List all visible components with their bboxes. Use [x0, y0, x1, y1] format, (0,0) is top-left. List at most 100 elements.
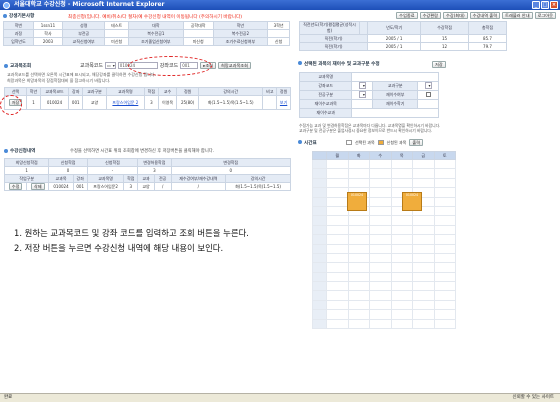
- timetable-cell[interactable]: [390, 243, 413, 254]
- timetable-cell[interactable]: [347, 252, 370, 264]
- timetable-cell[interactable]: [369, 234, 392, 245]
- timetable-cell[interactable]: [369, 290, 392, 301]
- timetable-cell[interactable]: [412, 234, 435, 245]
- timetable-cell[interactable]: [390, 281, 413, 292]
- timetable-cell[interactable]: [369, 177, 392, 189]
- timetable-cell[interactable]: [326, 290, 349, 301]
- section-select[interactable]: [358, 82, 366, 89]
- timetable-cell[interactable]: [390, 262, 413, 273]
- timetable-cell[interactable]: [369, 205, 392, 217]
- timetable-cell[interactable]: [326, 224, 349, 236]
- toolbar-button-max[interactable]: 수강(최대): [442, 12, 468, 19]
- minimize-button[interactable]: _: [532, 1, 540, 9]
- timetable-cell[interactable]: [390, 215, 413, 226]
- toolbar-button-catalog[interactable]: 수강편람: [419, 12, 441, 19]
- timetable-cell[interactable]: [433, 271, 456, 283]
- timetable-cell[interactable]: [433, 224, 456, 236]
- full-search-button[interactable]: 희망교과목조회: [218, 62, 251, 69]
- timetable-cell[interactable]: [433, 299, 456, 311]
- timetable-cell[interactable]: [412, 243, 435, 254]
- timetable-cell[interactable]: [369, 224, 392, 236]
- timetable-cell[interactable]: [326, 177, 349, 189]
- timetable-cell[interactable]: [390, 177, 413, 189]
- timetable-cell[interactable]: [347, 177, 370, 189]
- timetable-cell[interactable]: [433, 262, 456, 273]
- timetable-block[interactable]: 010024: [347, 192, 367, 211]
- timetable-cell[interactable]: [412, 158, 435, 170]
- timetable-cell[interactable]: [326, 318, 349, 330]
- timetable-cell[interactable]: [347, 299, 370, 311]
- timetable-cell[interactable]: [390, 299, 413, 311]
- timetable-cell[interactable]: [433, 309, 456, 320]
- category-select[interactable]: [424, 82, 432, 89]
- timetable-cell[interactable]: [369, 252, 392, 264]
- timetable-cell[interactable]: [412, 281, 435, 292]
- timetable-cell[interactable]: [326, 234, 349, 245]
- timetable-cell[interactable]: [347, 309, 370, 320]
- timetable-cell[interactable]: [412, 290, 435, 301]
- timetable-cell[interactable]: [433, 318, 456, 330]
- timetable-cell[interactable]: [369, 158, 392, 170]
- timetable-cell[interactable]: [412, 299, 435, 311]
- timetable-cell[interactable]: [390, 252, 413, 264]
- timetable-cell[interactable]: [433, 290, 456, 301]
- timetable-cell[interactable]: [347, 271, 370, 283]
- filter-save-button[interactable]: 저장: [432, 61, 446, 68]
- timetable-cell[interactable]: [347, 158, 370, 170]
- timetable-cell[interactable]: [347, 262, 370, 273]
- timetable-print-button[interactable]: 출력: [409, 139, 424, 146]
- timetable-cell[interactable]: [390, 318, 413, 330]
- timetable-cell[interactable]: [433, 215, 456, 226]
- timetable-cell[interactable]: [326, 215, 349, 226]
- timetable-cell[interactable]: [433, 196, 456, 207]
- timetable-cell[interactable]: [326, 262, 349, 273]
- timetable-cell[interactable]: [433, 187, 456, 198]
- timetable-cell[interactable]: [369, 168, 392, 179]
- close-button[interactable]: ×: [550, 1, 558, 9]
- timetable-cell[interactable]: [326, 205, 349, 217]
- timetable-block[interactable]: 010024: [402, 192, 422, 211]
- course-code-select[interactable]: ▭: [105, 62, 116, 69]
- timetable-cell[interactable]: [369, 196, 392, 207]
- timetable-cell[interactable]: [347, 215, 370, 226]
- maximize-button[interactable]: □: [541, 1, 549, 9]
- timetable-cell[interactable]: [412, 262, 435, 273]
- timetable-cell[interactable]: [412, 224, 435, 236]
- timetable-cell[interactable]: [326, 187, 349, 198]
- timetable-cell[interactable]: [433, 158, 456, 170]
- timetable-cell[interactable]: [369, 187, 392, 198]
- logout-button[interactable]: 로그아웃: [534, 12, 556, 19]
- timetable-cell[interactable]: [369, 299, 392, 311]
- timetable-cell[interactable]: [369, 271, 392, 283]
- timetable-cell[interactable]: [390, 168, 413, 179]
- timetable-cell[interactable]: [326, 281, 349, 292]
- delete-enrolled-button[interactable]: 삭제: [30, 183, 45, 190]
- timetable-cell[interactable]: [433, 243, 456, 254]
- timetable-cell[interactable]: [369, 318, 392, 330]
- toolbar-button-print[interactable]: 수강내역 출력: [469, 12, 501, 19]
- timetable-cell[interactable]: [369, 281, 392, 292]
- major-select[interactable]: [358, 91, 366, 98]
- timetable-cell[interactable]: [390, 224, 413, 236]
- timetable-cell[interactable]: [347, 243, 370, 254]
- timetable-cell[interactable]: [433, 252, 456, 264]
- timetable-cell[interactable]: [326, 299, 349, 311]
- timetable-cell[interactable]: [412, 215, 435, 226]
- toolbar-button-end[interactable]: 수업종료: [396, 12, 418, 19]
- timetable-cell[interactable]: [412, 318, 435, 330]
- edit-enrolled-button[interactable]: 수정: [8, 183, 23, 190]
- timetable-cell[interactable]: [433, 177, 456, 189]
- quota-link[interactable]: 보기: [276, 95, 291, 110]
- timetable-cell[interactable]: [326, 158, 349, 170]
- timetable-cell[interactable]: [390, 290, 413, 301]
- timetable-cell[interactable]: [347, 281, 370, 292]
- timetable-cell[interactable]: [412, 309, 435, 320]
- timetable-cell[interactable]: [347, 290, 370, 301]
- toolbar-button-guide[interactable]: 트래블러 안내: [502, 12, 533, 19]
- timetable-cell[interactable]: [347, 234, 370, 245]
- course-name-link[interactable]: 프랑스어입문 2: [105, 95, 146, 110]
- timetable-cell[interactable]: [347, 318, 370, 330]
- timetable-cell[interactable]: [326, 309, 349, 320]
- timetable-cell[interactable]: [347, 224, 370, 236]
- timetable-cell[interactable]: [390, 309, 413, 320]
